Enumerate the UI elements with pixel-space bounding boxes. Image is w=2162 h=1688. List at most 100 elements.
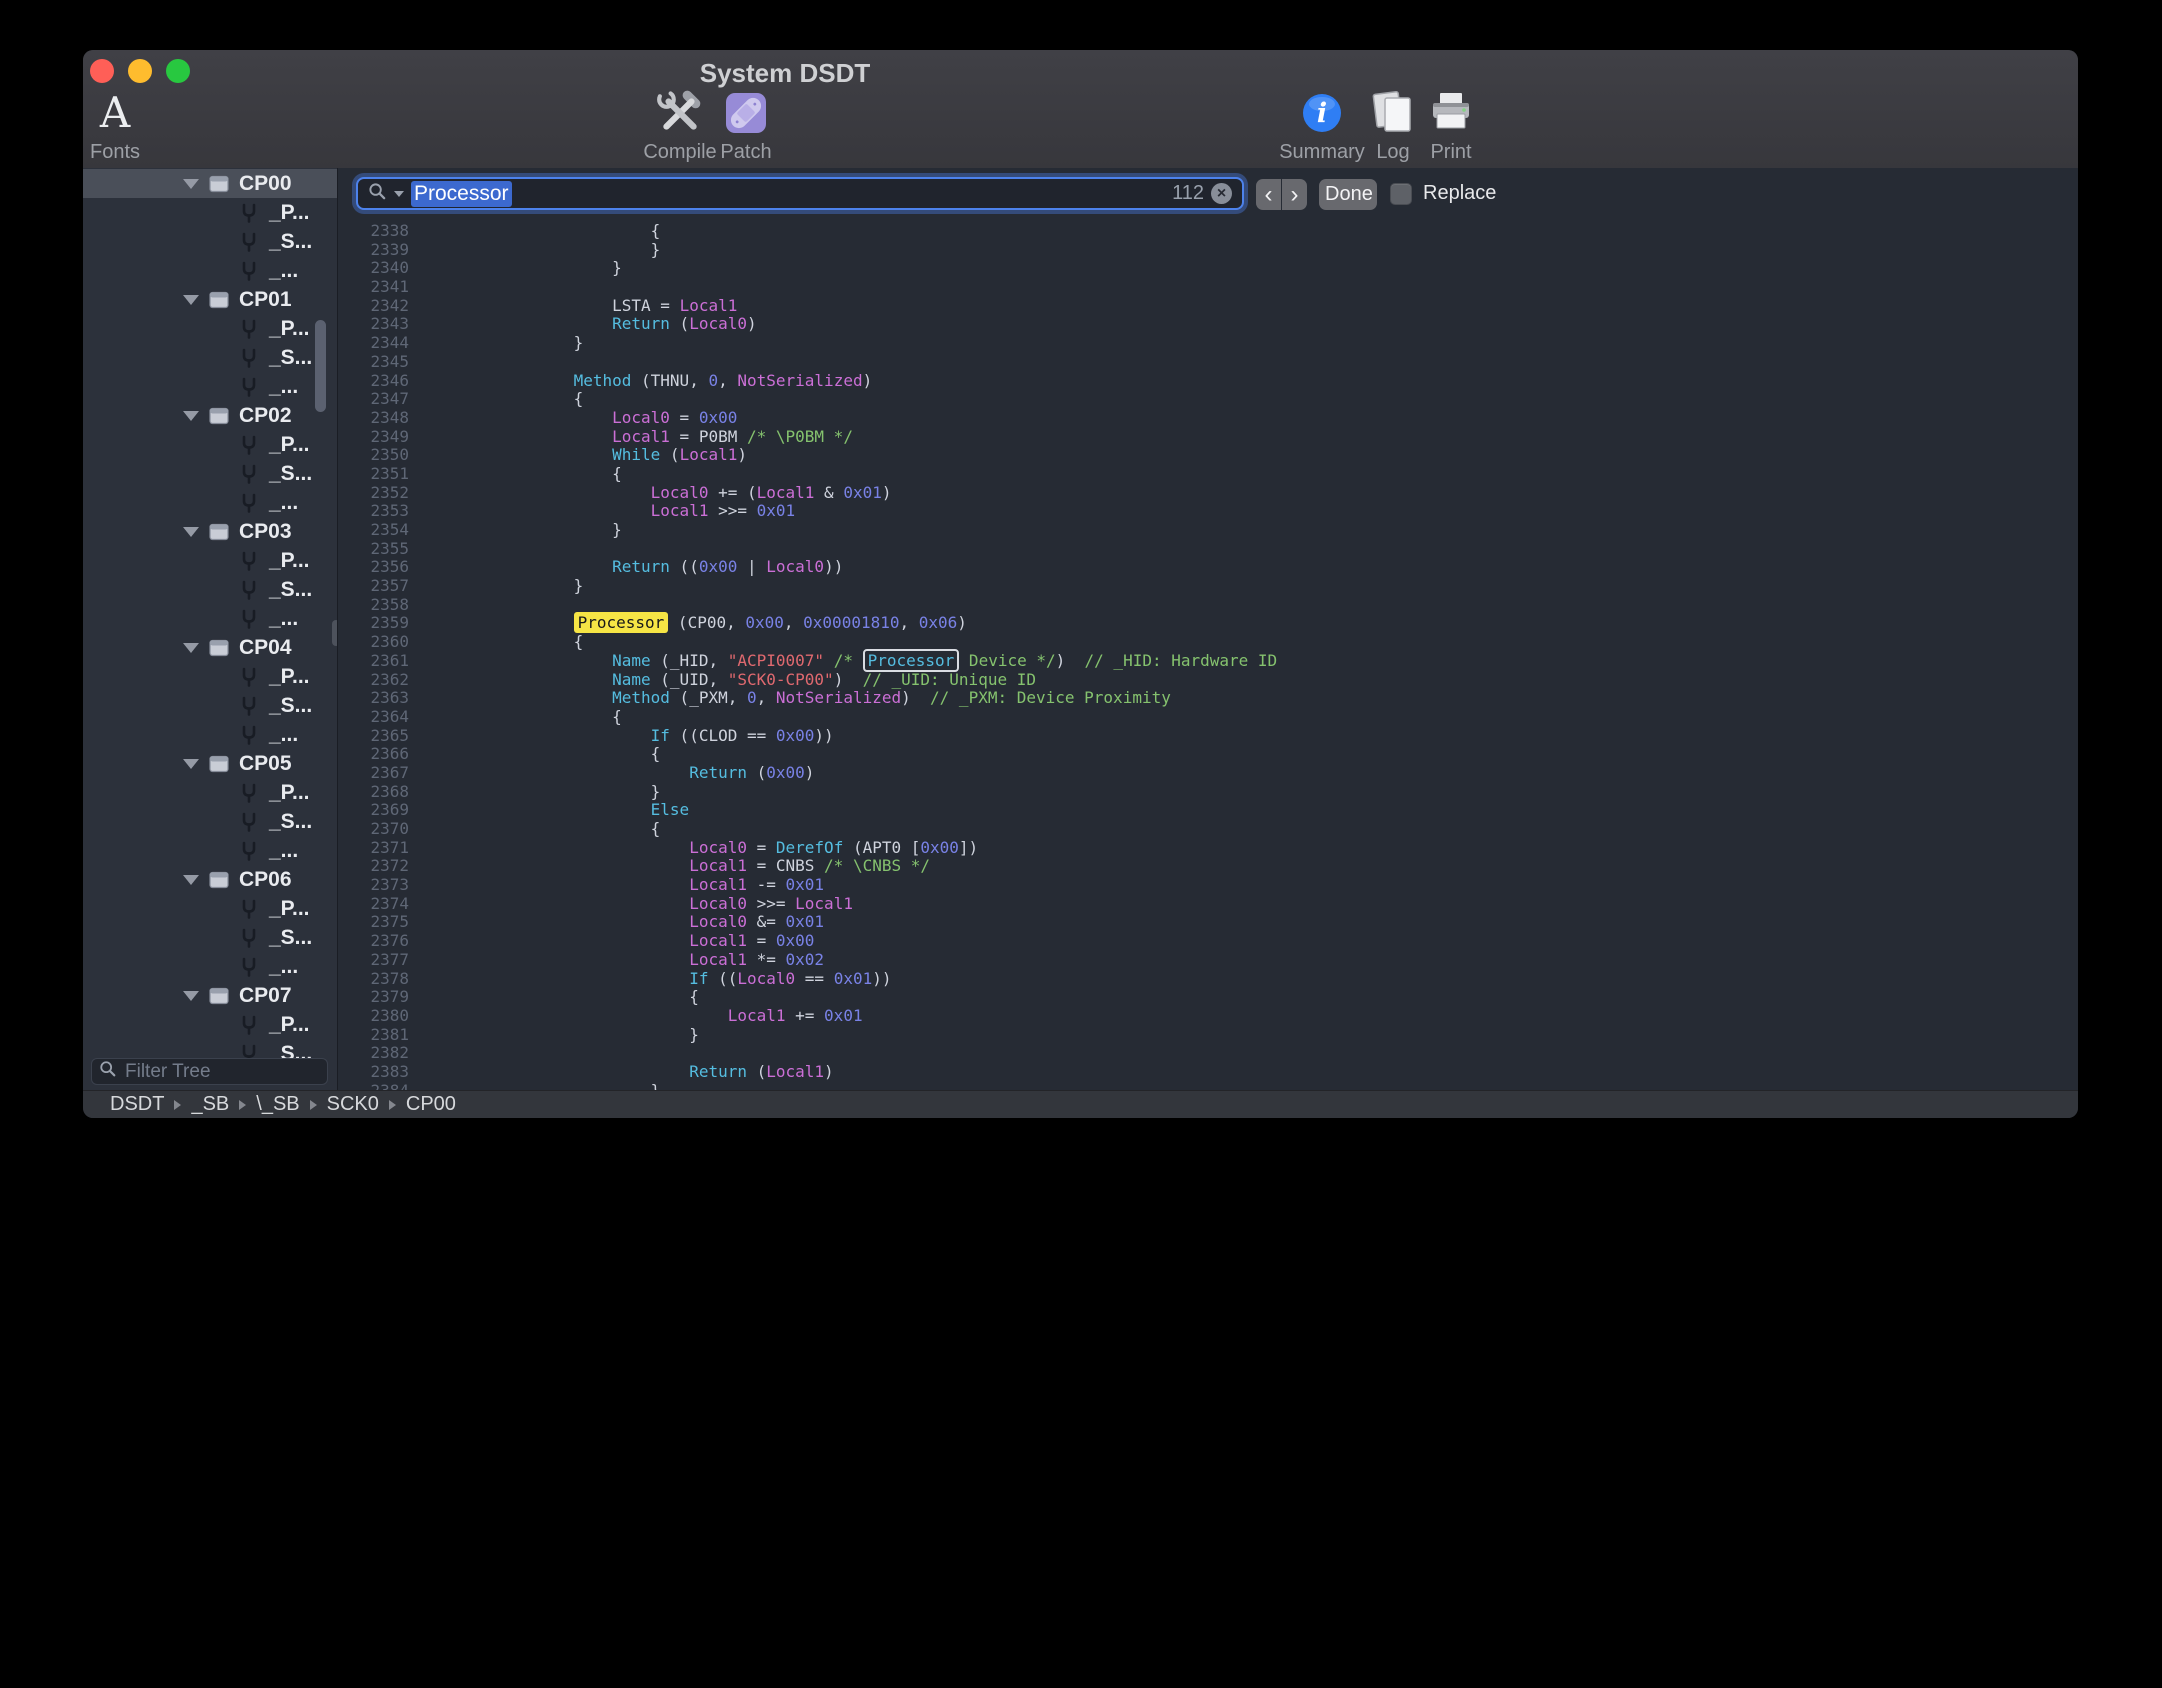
code-line[interactable]: 2370 {	[338, 820, 2078, 839]
code-line[interactable]: 2376 Local1 = 0x00	[338, 932, 2078, 951]
tree-item-CP04-child[interactable]: _S...	[83, 691, 337, 720]
code-line[interactable]: 2339 }	[338, 241, 2078, 260]
code-line[interactable]: 2340 }	[338, 259, 2078, 278]
disclosure-triangle-icon[interactable]	[183, 759, 199, 769]
code-line[interactable]: 2383 Return (Local1)	[338, 1063, 2078, 1082]
code-line[interactable]: 2346 Method (THNU, 0, NotSerialized)	[338, 372, 2078, 391]
tree-item-CP04-child[interactable]: _...	[83, 720, 337, 749]
sidebar-scrollbar-thumb[interactable]	[315, 320, 326, 412]
tree-item-CP03-child[interactable]: _...	[83, 604, 337, 633]
code-line[interactable]: 2341	[338, 278, 2078, 297]
close-button[interactable]	[90, 59, 114, 83]
tree-item-CP03-child[interactable]: _S...	[83, 575, 337, 604]
tree-item-CP04[interactable]: CP04	[83, 633, 337, 662]
minimize-button[interactable]	[128, 59, 152, 83]
code-line[interactable]: 2338 {	[338, 222, 2078, 241]
disclosure-triangle-icon[interactable]	[183, 875, 199, 885]
tree-item-CP06-child[interactable]: _S...	[83, 923, 337, 952]
tree-item-CP05-child[interactable]: _S...	[83, 807, 337, 836]
code-line[interactable]: 2363 Method (_PXM, 0, NotSerialized) // …	[338, 689, 2078, 708]
find-next-button[interactable]: ›	[1282, 179, 1307, 210]
code-line[interactable]: 2361 Name (_HID, "ACPI0007" /* Processor…	[338, 652, 2078, 671]
tree-item-CP02-child[interactable]: _S...	[83, 459, 337, 488]
breadcrumb-item[interactable]: CP00	[406, 1093, 456, 1115]
find-search-field[interactable]: Processor 112 ×	[356, 177, 1244, 210]
code-line[interactable]: 2367 Return (0x00)	[338, 764, 2078, 783]
replace-checkbox[interactable]	[1390, 183, 1412, 205]
code-editor[interactable]: 2338 {2339 }2340 }23412342 LSTA = Local1…	[338, 222, 2078, 1090]
tree-item-CP06-child[interactable]: _...	[83, 952, 337, 981]
code-line[interactable]: 2355	[338, 540, 2078, 559]
code-line[interactable]: 2377 Local1 *= 0x02	[338, 951, 2078, 970]
code-line[interactable]: 2353 Local1 >>= 0x01	[338, 502, 2078, 521]
breadcrumb-item[interactable]: DSDT	[110, 1093, 164, 1115]
tree-item-CP06[interactable]: CP06	[83, 865, 337, 894]
code-line[interactable]: 2379 {	[338, 988, 2078, 1007]
tree-item-CP01-child[interactable]: _...	[83, 372, 337, 401]
disclosure-triangle-icon[interactable]	[183, 411, 199, 421]
code-line[interactable]: 2350 While (Local1)	[338, 446, 2078, 465]
code-line[interactable]: 2352 Local0 += (Local1 & 0x01)	[338, 484, 2078, 503]
tree-item-CP03[interactable]: CP03	[83, 517, 337, 546]
code-line[interactable]: 2380 Local1 += 0x01	[338, 1007, 2078, 1026]
code-line[interactable]: 2342 LSTA = Local1	[338, 297, 2078, 316]
tree-item-CP05[interactable]: CP05	[83, 749, 337, 778]
find-previous-button[interactable]: ‹	[1256, 179, 1281, 210]
disclosure-triangle-icon[interactable]	[183, 643, 199, 653]
tree-item-CP06-child[interactable]: _P...	[83, 894, 337, 923]
tree-item-CP00-child[interactable]: _S...	[83, 227, 337, 256]
tree-item-CP04-child[interactable]: _P...	[83, 662, 337, 691]
code-line[interactable]: 2369 Else	[338, 801, 2078, 820]
code-line[interactable]: 2357 }	[338, 577, 2078, 596]
tree-item-CP02-child[interactable]: _P...	[83, 430, 337, 459]
code-line[interactable]: 2381 }	[338, 1026, 2078, 1045]
tree-item-CP02-child[interactable]: _...	[83, 488, 337, 517]
tree-item-CP01-child[interactable]: _P...	[83, 314, 337, 343]
breadcrumb-item[interactable]: _SB	[191, 1093, 229, 1115]
tree-item-CP00-child[interactable]: _...	[83, 256, 337, 285]
breadcrumb-item[interactable]: \_SB	[256, 1093, 299, 1115]
disclosure-triangle-icon[interactable]	[183, 179, 199, 189]
tree-item-CP01-child[interactable]: _S...	[83, 343, 337, 372]
code-line[interactable]: 2351 {	[338, 465, 2078, 484]
toolbar-patch-button[interactable]: Patch	[691, 86, 801, 164]
code-line[interactable]: 2372 Local1 = CNBS /* \CNBS */	[338, 857, 2078, 876]
disclosure-triangle-icon[interactable]	[183, 295, 199, 305]
tree-item-CP05-child[interactable]: _P...	[83, 778, 337, 807]
disclosure-triangle-icon[interactable]	[183, 991, 199, 1001]
code-line[interactable]: 2364 {	[338, 708, 2078, 727]
code-line[interactable]: 2384 }	[338, 1082, 2078, 1090]
done-button[interactable]: Done	[1319, 179, 1377, 210]
toolbar-fonts-button[interactable]: AFonts	[83, 86, 170, 164]
tree-item-CP00[interactable]: CP00	[83, 169, 337, 198]
tree-item-CP03-child[interactable]: _P...	[83, 546, 337, 575]
find-query-text[interactable]: Processor	[411, 181, 512, 207]
breadcrumb-item[interactable]: SCK0	[327, 1093, 379, 1115]
code-line[interactable]: 2374 Local0 >>= Local1	[338, 895, 2078, 914]
tree-item-CP07-child[interactable]: _S...	[83, 1039, 337, 1058]
code-line[interactable]: 2362 Name (_UID, "SCK0-CP00") // _UID: U…	[338, 671, 2078, 690]
code-line[interactable]: 2347 {	[338, 390, 2078, 409]
code-line[interactable]: 2371 Local0 = DerefOf (APT0 [0x00])	[338, 839, 2078, 858]
code-line[interactable]: 2360 {	[338, 633, 2078, 652]
code-line[interactable]: 2348 Local0 = 0x00	[338, 409, 2078, 428]
tree-item-CP01[interactable]: CP01	[83, 285, 337, 314]
code-line[interactable]: 2354 }	[338, 521, 2078, 540]
code-line[interactable]: 2345	[338, 353, 2078, 372]
code-line[interactable]: 2359 Processor (CP00, 0x00, 0x00001810, …	[338, 614, 2078, 633]
code-line[interactable]: 2349 Local1 = P0BM /* \P0BM */	[338, 428, 2078, 447]
code-line[interactable]: 2378 If ((Local0 == 0x01))	[338, 970, 2078, 989]
code-line[interactable]: 2365 If ((CLOD == 0x00))	[338, 727, 2078, 746]
code-line[interactable]: 2366 {	[338, 745, 2078, 764]
zoom-button[interactable]	[166, 59, 190, 83]
code-line[interactable]: 2368 }	[338, 783, 2078, 802]
tree-item-CP00-child[interactable]: _P...	[83, 198, 337, 227]
tree-item-CP02[interactable]: CP02	[83, 401, 337, 430]
code-line[interactable]: 2382	[338, 1044, 2078, 1063]
clear-search-icon[interactable]: ×	[1211, 183, 1232, 204]
code-line[interactable]: 2343 Return (Local0)	[338, 315, 2078, 334]
code-line[interactable]: 2356 Return ((0x00 | Local0))	[338, 558, 2078, 577]
toolbar-print-button[interactable]: Print	[1396, 86, 1506, 164]
code-line[interactable]: 2375 Local0 &= 0x01	[338, 913, 2078, 932]
tree-item-CP07-child[interactable]: _P...	[83, 1010, 337, 1039]
